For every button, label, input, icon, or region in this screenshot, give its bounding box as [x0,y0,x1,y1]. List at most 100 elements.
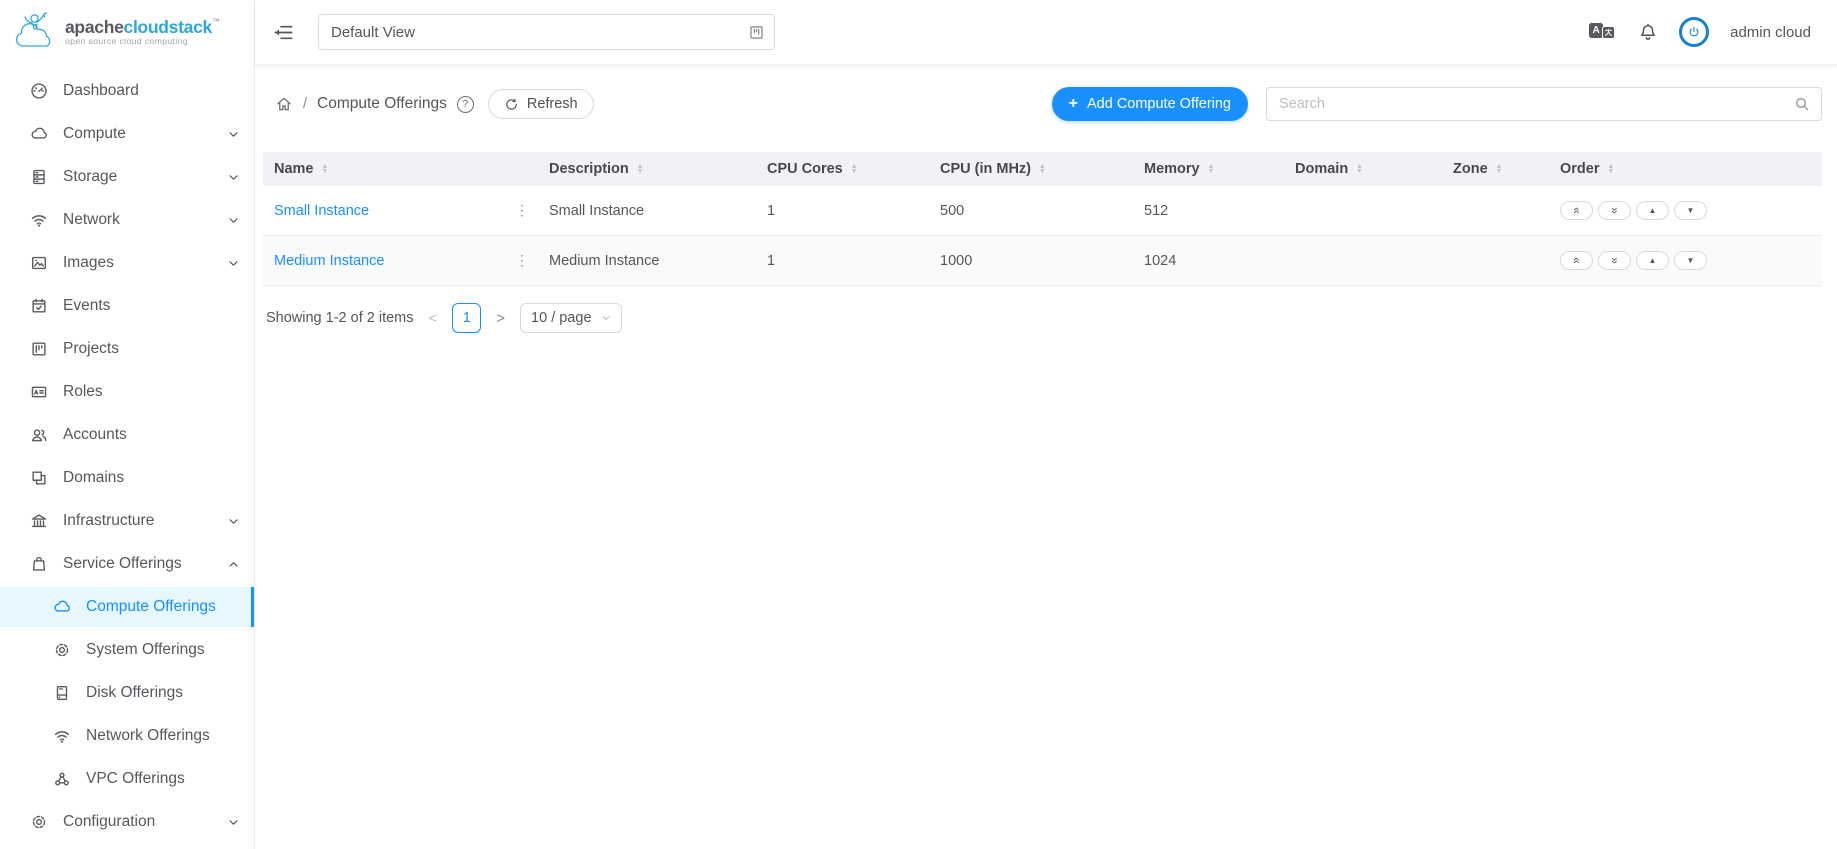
move-to-bottom-button[interactable]: » [1598,251,1631,270]
search-box [1266,87,1822,121]
bell-icon[interactable] [1638,22,1658,42]
chevron-down-icon [228,172,239,183]
sidebar-item-label: Domains [63,469,124,487]
compute-offerings-table: Name▲▼ Description▲▼ CPU Cores▲▼ CPU (in… [263,152,1822,286]
next-page-icon[interactable]: > [496,310,505,327]
sort-icon[interactable]: ▲▼ [1039,164,1046,174]
sidebar-item-compute-offerings[interactable]: Compute Offerings [0,587,254,627]
column-header-memory[interactable]: Memory▲▼ [1133,161,1284,177]
sidebar-item-disk-offerings[interactable]: Disk Offerings [0,673,254,713]
help-glyph: ? [462,98,468,110]
table-header-row: Name▲▼ Description▲▼ CPU Cores▲▼ CPU (in… [263,152,1822,186]
sidebar-item-network-offerings[interactable]: Network Offerings [0,716,254,756]
page-size-selector[interactable]: 10 / page [520,303,621,333]
move-down-button[interactable]: ▼ [1674,201,1707,220]
sort-icon[interactable]: ▲▼ [1208,164,1215,174]
offering-cpu-mhz: 500 [929,203,1133,219]
sidebar-item-images[interactable]: Images [0,243,254,283]
chevron-up-icon [228,559,239,570]
column-header-order[interactable]: Order▲▼ [1549,161,1822,177]
refresh-label: Refresh [527,96,578,112]
move-down-button[interactable]: ▼ [1674,251,1707,270]
search-input[interactable] [1279,96,1794,112]
sort-icon[interactable]: ▲▼ [851,164,858,174]
home-icon[interactable] [275,95,293,113]
sidebar-item-service-offerings[interactable]: Service Offerings [0,544,254,584]
gear-icon [30,813,48,831]
offering-description: Medium Instance [538,253,756,269]
sidebar-item-compute[interactable]: Compute [0,114,254,154]
column-header-cpu-cores[interactable]: CPU Cores▲▼ [756,161,929,177]
prev-page-icon[interactable]: < [429,310,438,327]
move-up-button[interactable]: ▲ [1636,251,1669,270]
pagination-summary: Showing 1-2 of 2 items [266,310,414,326]
sidebar-item-configuration[interactable]: Configuration [0,802,254,842]
translate-icon[interactable]: A [1589,22,1617,43]
table-row: Small Instance ⋮ Small Instance 1 500 51… [263,186,1822,236]
sort-icon[interactable]: ▲▼ [1496,164,1503,174]
help-icon[interactable]: ? [457,96,474,113]
team-icon [30,426,48,444]
column-header-domain[interactable]: Domain▲▼ [1284,161,1442,177]
offering-memory: 1024 [1133,253,1284,269]
user-name[interactable]: admin cloud [1730,24,1811,41]
block-icon [30,469,48,487]
page-size-value: 10 / page [531,310,591,326]
sidebar-item-label: Accounts [63,426,127,444]
add-compute-offering-button[interactable]: + Add Compute Offering [1052,87,1248,121]
move-to-top-button[interactable]: « [1560,251,1593,270]
main-area: Default View A admin cloud / Compute Off… [255,0,1837,849]
move-to-top-button[interactable]: « [1560,201,1593,220]
brand-text: apachecloudstack™ open source cloud comp… [65,18,220,46]
sort-icon[interactable]: ▲▼ [1608,164,1615,174]
move-up-button[interactable]: ▲ [1636,201,1669,220]
sort-icon[interactable]: ▲▼ [637,164,644,174]
column-header-name[interactable]: Name▲▼ [263,161,511,177]
idcard-icon [30,383,48,401]
database-icon [30,168,48,186]
wifi-icon [30,211,48,229]
move-to-bottom-button[interactable]: » [1598,201,1631,220]
search-icon[interactable] [1794,96,1810,112]
view-selector[interactable]: Default View [318,14,775,50]
brand-logo[interactable]: apachecloudstack™ open source cloud comp… [0,0,254,64]
sort-icon[interactable]: ▲▼ [1356,164,1363,174]
sidebar-item-label: Disk Offerings [86,684,183,702]
column-header-cpu-mhz[interactable]: CPU (in MHz)▲▼ [929,161,1133,177]
column-header-zone[interactable]: Zone▲▼ [1442,161,1549,177]
sidebar-item-accounts[interactable]: Accounts [0,415,254,455]
sidebar-item-roles[interactable]: Roles [0,372,254,412]
page-number-button[interactable]: 1 [452,303,481,333]
add-button-label: Add Compute Offering [1087,96,1231,112]
user-avatar[interactable] [1679,17,1709,47]
project-icon[interactable] [748,24,765,41]
row-actions-icon[interactable]: ⋮ [511,202,538,219]
sort-icon[interactable]: ▲▼ [322,164,329,174]
translate-cjk-glyph [1602,26,1615,39]
cloudstack-app: apachecloudstack™ open source cloud comp… [0,0,1837,849]
offering-name-link[interactable]: Medium Instance [274,253,384,269]
menu-fold-icon[interactable] [273,22,294,43]
sidebar-item-dashboard[interactable]: Dashboard [0,71,254,111]
sidebar-item-system-offerings[interactable]: System Offerings [0,630,254,670]
row-actions-icon[interactable]: ⋮ [511,252,538,269]
chevron-down-icon [228,817,239,828]
sidebar: apachecloudstack™ open source cloud comp… [0,0,255,849]
sidebar-item-infrastructure[interactable]: Infrastructure [0,501,254,541]
chevron-down-icon [601,313,611,323]
sidebar-item-projects[interactable]: Projects [0,329,254,369]
sidebar-item-storage[interactable]: Storage [0,157,254,197]
refresh-button[interactable]: Refresh [488,89,594,119]
sidebar-item-events[interactable]: Events [0,286,254,326]
brand-name: apachecloudstack™ [65,18,220,36]
top-header-bar: Default View A admin cloud [255,0,1837,64]
sidebar-item-domains[interactable]: Domains [0,458,254,498]
cloud-icon [53,598,71,616]
sidebar-item-network[interactable]: Network [0,200,254,240]
offering-name-link[interactable]: Small Instance [274,203,369,219]
offering-cpu-cores: 1 [756,253,929,269]
sidebar-item-vpc-offerings[interactable]: VPC Offerings [0,759,254,799]
sidebar-item-label: Compute [63,125,126,143]
bank-icon [30,512,48,530]
column-header-description[interactable]: Description▲▼ [538,161,756,177]
